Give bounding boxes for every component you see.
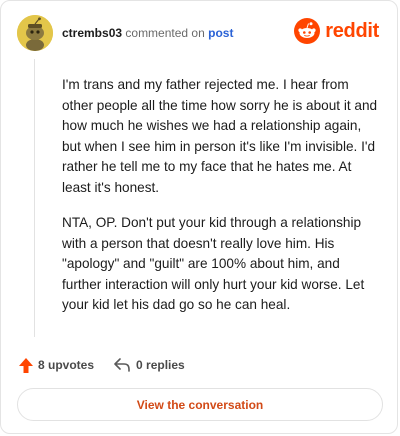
comment-card: ctrembs03 commented on post reddit I'm t… (0, 0, 398, 434)
upvote-arrow-icon (19, 357, 33, 373)
action-text: commented on (125, 26, 205, 40)
reply-button[interactable]: 0 replies (114, 358, 185, 372)
reply-arrow-icon (114, 358, 130, 372)
snoo-avatar-icon[interactable] (17, 15, 53, 51)
thread-line (34, 59, 35, 337)
comment-body: I'm trans and my father rejected me. I h… (62, 75, 382, 331)
reddit-logo-icon (294, 18, 321, 44)
view-conversation-button[interactable]: View the conversation (17, 388, 383, 421)
brand-name: reddit (325, 19, 379, 42)
upvote-count: 8 upvotes (38, 358, 95, 372)
comment-paragraph: I'm trans and my father rejected me. I h… (62, 77, 378, 195)
comment-actions: 8 upvotes 0 replies (19, 355, 205, 375)
reddit-brand[interactable]: reddit (294, 17, 379, 45)
reply-count: 0 replies (136, 358, 185, 372)
post-link[interactable]: post (208, 26, 233, 40)
comment-header: ctrembs03 commented on post reddit (17, 15, 383, 55)
username[interactable]: ctrembs03 (62, 26, 122, 40)
comment-paragraph: NTA, OP. Don't put your kid through a re… (62, 215, 365, 312)
comment-meta: ctrembs03 commented on post (62, 25, 233, 41)
upvote-button[interactable]: 8 upvotes (19, 357, 95, 373)
